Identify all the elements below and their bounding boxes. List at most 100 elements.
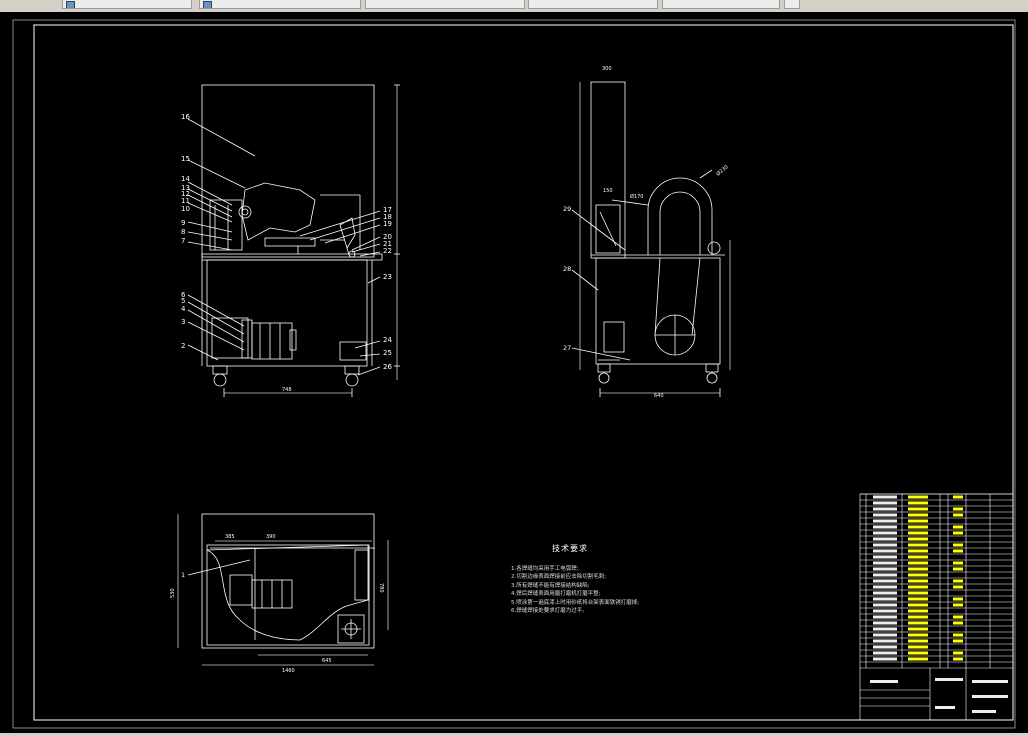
- bom-code-mark: [873, 501, 897, 505]
- bom-material-mark: [953, 495, 963, 499]
- label-16: 16: [181, 113, 190, 121]
- bom-name-mark: [908, 639, 928, 643]
- label-4: 4: [181, 305, 186, 313]
- document-tab-1[interactable]: [62, 0, 192, 9]
- title-block-text-mark: [972, 680, 1008, 683]
- file-icon: [203, 1, 212, 8]
- bom-name-mark: [908, 567, 928, 571]
- bom-material-mark: [953, 603, 963, 607]
- label-26: 26: [383, 363, 392, 371]
- bom-code-mark: [873, 561, 897, 565]
- bom-name-mark: [908, 615, 928, 619]
- bom-material-mark: [953, 531, 963, 535]
- bom-name-mark: [908, 537, 928, 541]
- label-5: 5: [181, 297, 185, 305]
- bom-name-mark: [908, 495, 928, 499]
- cad-drawing-canvas[interactable]: 16 15 14 13 12 11 10 9 8 7 6 5 4 3 2 17 …: [0, 12, 1028, 734]
- plan-dim-645: 645: [322, 658, 332, 664]
- plan-dim-385: 385: [225, 534, 235, 540]
- document-tab-2[interactable]: [199, 0, 361, 9]
- file-icon: [66, 1, 75, 8]
- bom-code-mark: [873, 537, 897, 541]
- label-9: 9: [181, 219, 185, 227]
- bom-name-mark: [908, 603, 928, 607]
- bom-code-mark: [873, 519, 897, 523]
- tech-requirement-item: 6.焊缝焊接处要求打磨为过平。: [511, 608, 588, 615]
- bom-material-mark: [953, 651, 963, 655]
- bom-code-mark: [873, 591, 897, 595]
- bom-name-mark: [908, 609, 928, 613]
- bom-code-mark: [873, 555, 897, 559]
- label-22: 22: [383, 247, 392, 255]
- title-block-text-mark: [972, 710, 996, 713]
- bom-code-mark: [873, 627, 897, 631]
- document-tab-6[interactable]: [784, 0, 800, 9]
- document-tab-4[interactable]: [528, 0, 658, 9]
- side-dim-d170: Ø170: [630, 193, 643, 200]
- title-block-text-mark: [935, 706, 955, 709]
- label-28: 28: [563, 265, 571, 273]
- tech-requirement-item: 4.焊后焊缝表面用磨打磨机打磨平整;: [511, 591, 601, 598]
- front-width-dim: 748: [282, 387, 292, 393]
- bom-name-mark: [908, 543, 928, 547]
- bom-material-mark: [953, 513, 963, 517]
- bom-material-mark: [953, 579, 963, 583]
- bom-code-mark: [873, 531, 897, 535]
- bom-name-mark: [908, 501, 928, 505]
- bom-name-mark: [908, 645, 928, 649]
- bom-name-mark: [908, 555, 928, 559]
- bom-code-mark: [873, 615, 897, 619]
- bom-code-mark: [873, 609, 897, 613]
- label-24: 24: [383, 336, 392, 344]
- bom-name-mark: [908, 519, 928, 523]
- tech-requirements-title: 技术要求: [552, 544, 588, 553]
- tech-requirement-item: 5.喷涂第一遍底漆上时用砂纸将台架表面铁锈打磨掉;: [511, 599, 640, 606]
- bom-name-mark: [908, 579, 928, 583]
- bom-code-mark: [873, 645, 897, 649]
- label-15: 15: [181, 155, 190, 163]
- bom-material-mark: [953, 639, 963, 643]
- side-dim-640: 640: [654, 393, 664, 399]
- bom-material-mark: [953, 633, 963, 637]
- bom-code-mark: [873, 579, 897, 583]
- bom-code-mark: [873, 495, 897, 499]
- bom-material-mark: [953, 561, 963, 565]
- bom-name-mark: [908, 633, 928, 637]
- label-11: 11: [181, 197, 190, 205]
- tech-requirements-list: 1.各焊缝均采用手工电弧焊; 2.切割边缘表面焊接前应去除切割毛刺; 3.所有焊…: [511, 565, 639, 615]
- bom-code-mark: [873, 513, 897, 517]
- bom-name-mark: [908, 585, 928, 589]
- plan-dim-1460: 1460: [282, 668, 295, 674]
- side-dim-300: 300: [602, 66, 612, 72]
- label-7: 7: [181, 237, 185, 245]
- label-23: 23: [383, 273, 392, 281]
- bom-code-mark: [873, 633, 897, 637]
- bom-code-mark: [873, 549, 897, 553]
- tech-requirement-item: 3.所有焊缝不能有焊接结构缺陷;: [511, 582, 590, 589]
- title-block-text-mark: [935, 678, 963, 681]
- bom-code-mark: [873, 567, 897, 571]
- label-2: 2: [181, 342, 185, 350]
- document-tab-5[interactable]: [662, 0, 780, 9]
- bom-code-mark: [873, 585, 897, 589]
- bom-name-mark: [908, 561, 928, 565]
- bom-code-mark: [873, 603, 897, 607]
- bom-code-mark: [873, 651, 897, 655]
- document-tab-3[interactable]: [365, 0, 525, 9]
- label-25: 25: [383, 349, 392, 357]
- bom-material-mark: [953, 567, 963, 571]
- bom-name-mark: [908, 627, 928, 631]
- bom-code-mark: [873, 621, 897, 625]
- plan-dim-780: 780: [378, 583, 384, 593]
- label-19: 19: [383, 220, 392, 228]
- plan-dim-390: 390: [266, 534, 276, 540]
- tech-requirement-item: 1.各焊缝均采用手工电弧焊;: [511, 566, 579, 572]
- bom-material-mark: [953, 543, 963, 547]
- bom-material-mark: [953, 549, 963, 553]
- bom-code-mark: [873, 657, 897, 661]
- bom-material-mark: [953, 585, 963, 589]
- bom-name-mark: [908, 573, 928, 577]
- label-10: 10: [181, 205, 190, 213]
- bom-name-mark: [908, 621, 928, 625]
- label-1: 1: [181, 571, 185, 579]
